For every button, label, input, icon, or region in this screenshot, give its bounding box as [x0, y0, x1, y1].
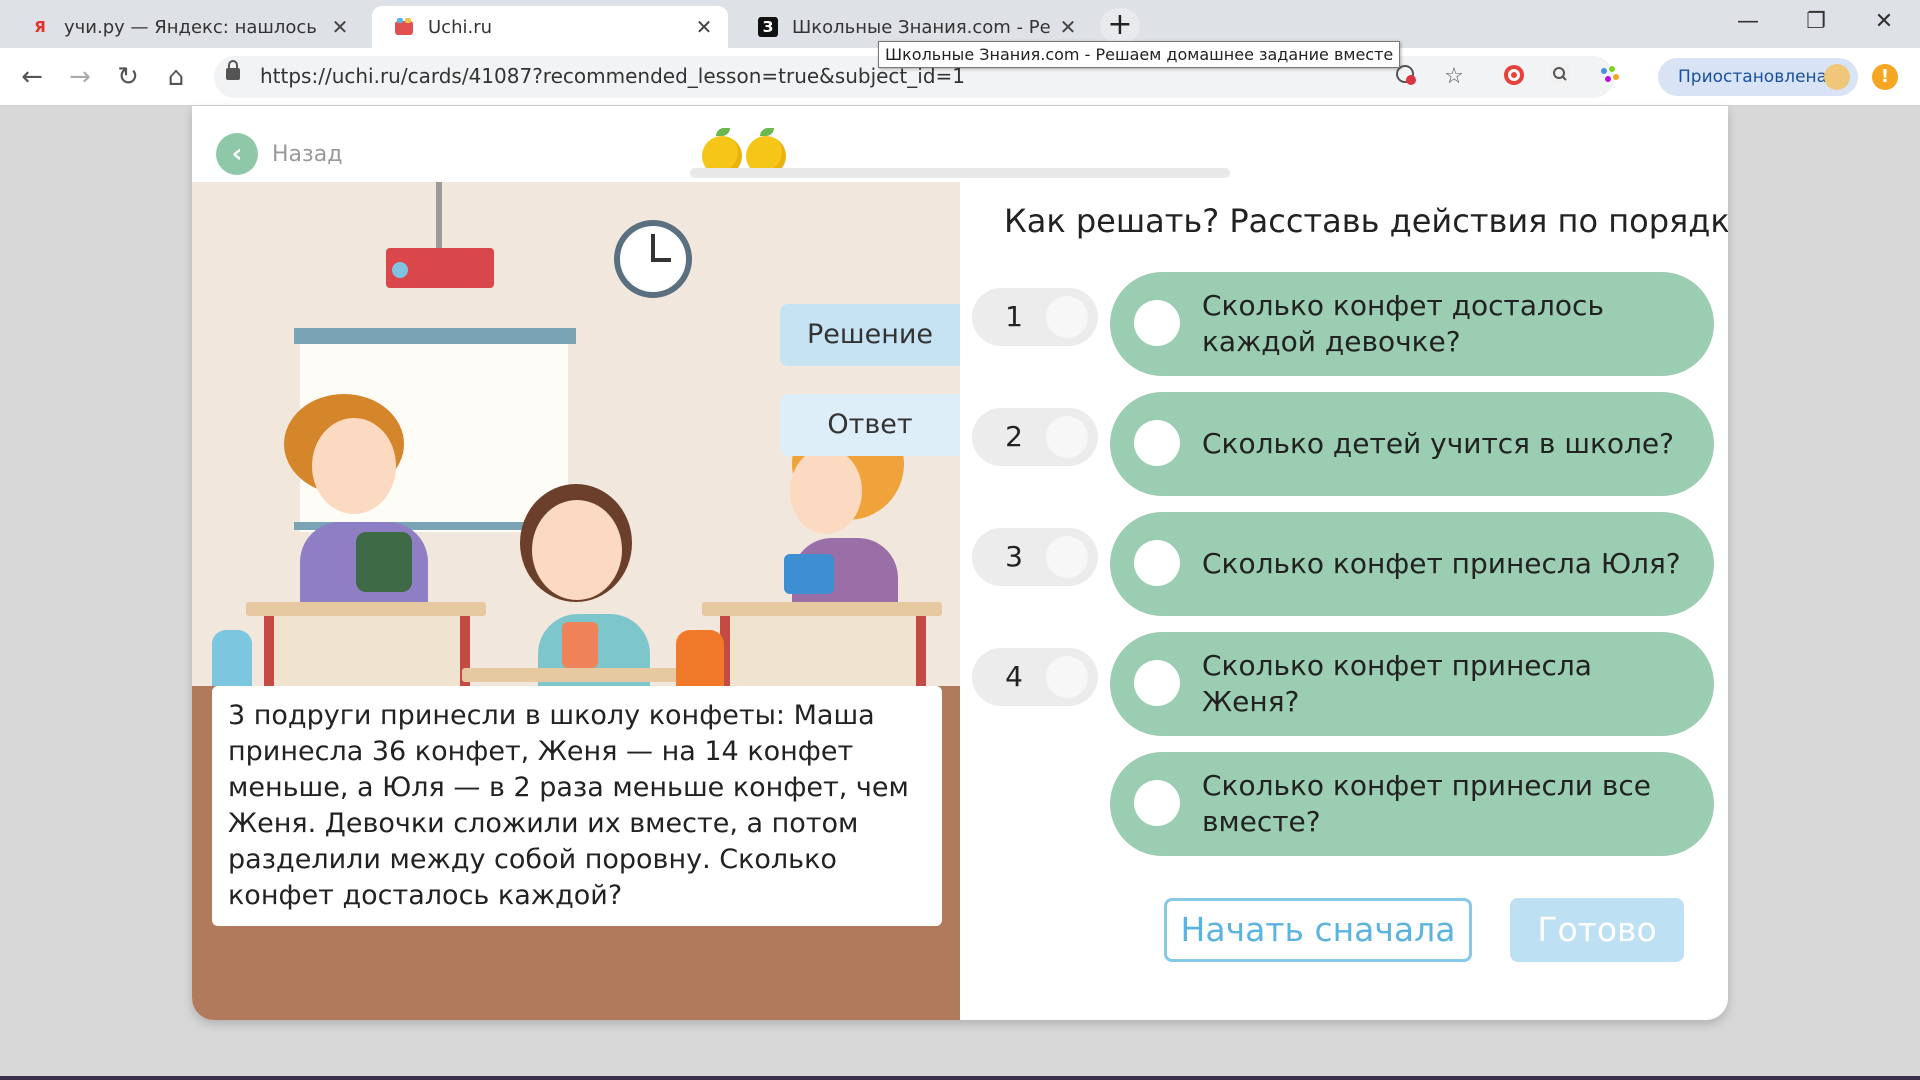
drag-handle[interactable]: [1134, 660, 1180, 706]
option-text: Сколько детей учится в школе?: [1202, 427, 1674, 460]
option-card[interactable]: Сколько конфет принесли все вместе?: [1110, 752, 1714, 856]
forward-arrow-icon[interactable]: →: [62, 60, 98, 94]
order-slot[interactable]: 1: [972, 288, 1098, 346]
progress-bar: [690, 168, 1230, 178]
option-text: Сколько конфет принесла Женя?: [1202, 649, 1592, 718]
profile-button[interactable]: Приостановлена: [1658, 58, 1858, 96]
desk-top: [246, 602, 486, 616]
close-icon[interactable]: ✕: [1058, 15, 1078, 39]
back-arrow-icon[interactable]: ←: [14, 60, 50, 94]
order-slot[interactable]: 2: [972, 408, 1098, 466]
search-extension-icon[interactable]: [1546, 63, 1574, 91]
uchi-logo-icon: [394, 17, 414, 37]
star-icon[interactable]: ☆: [1440, 63, 1468, 91]
profile-label: Приостановлена: [1678, 67, 1828, 87]
window-close-button[interactable]: ✕: [1864, 6, 1904, 38]
option-card[interactable]: Сколько конфет принесла Женя?: [1110, 632, 1714, 736]
close-icon[interactable]: ✕: [694, 15, 714, 39]
lesson-card: ‹ Назад Решение Ответ 3 подруги принесли…: [192, 106, 1728, 1020]
order-slot[interactable]: 3: [972, 528, 1098, 586]
taskbar-edge: [0, 1076, 1920, 1080]
dots-extension-icon[interactable]: [1596, 63, 1624, 91]
projector-pole: [436, 182, 442, 252]
answer-tab[interactable]: Ответ: [780, 394, 960, 456]
lock-icon[interactable]: [226, 60, 240, 80]
girl-left-face: [312, 418, 396, 514]
slot-drop-target[interactable]: [1046, 656, 1088, 698]
avatar: [1824, 64, 1850, 90]
slot-drop-target[interactable]: [1046, 536, 1088, 578]
chevron-left-icon: ‹: [216, 133, 258, 175]
tab-yandex[interactable]: Я учи.ру — Яндекс: нашлось 163 ✕: [8, 6, 364, 48]
slot-drop-target[interactable]: [1046, 416, 1088, 458]
girl-right-face: [790, 448, 862, 534]
slot-drop-target[interactable]: [1046, 296, 1088, 338]
drag-handle[interactable]: [1134, 420, 1180, 466]
drag-handle[interactable]: [1134, 540, 1180, 586]
restore-button[interactable]: ❐: [1796, 6, 1836, 38]
option-card[interactable]: Сколько детей учится в школе?: [1110, 392, 1714, 496]
back-label: Назад: [272, 141, 343, 167]
girl-middle-face: [532, 500, 622, 600]
back-button[interactable]: ‹ Назад: [216, 132, 342, 176]
slot-number: 3: [1005, 540, 1023, 573]
minimize-button[interactable]: —: [1728, 6, 1768, 38]
option-text: Сколько конфет принесли все вместе?: [1202, 769, 1651, 838]
solution-tab[interactable]: Решение: [780, 304, 960, 366]
option-text: Сколько конфет принесла Юля?: [1202, 547, 1681, 580]
problem-text: 3 подруги принесли в школу конфеты: Маша…: [212, 686, 942, 926]
whiteboard-frame: [294, 328, 576, 344]
slot-number: 1: [1005, 300, 1023, 333]
url-text[interactable]: https://uchi.ru/cards/41087?recommended_…: [260, 64, 965, 88]
candy-bag: [356, 532, 412, 592]
tab-title: Uchi.ru: [428, 16, 493, 38]
reload-icon[interactable]: ↻: [110, 60, 146, 94]
desk-front: [720, 616, 926, 696]
option-card[interactable]: Сколько конфет принесла Юля?: [1110, 512, 1714, 616]
candy-box: [784, 554, 834, 594]
option-text: Сколько конфет досталось каждой девочке?: [1202, 289, 1604, 358]
projector-lens: [392, 262, 408, 278]
option-card[interactable]: Сколько конфет досталось каждой девочке?: [1110, 272, 1714, 376]
desk-top: [462, 668, 702, 682]
desk-front: [264, 616, 470, 696]
close-icon[interactable]: ✕: [330, 15, 350, 39]
drag-handle[interactable]: [1134, 300, 1180, 346]
tab-title: учи.ру — Яндекс: нашлось 163: [64, 16, 322, 38]
desk-top: [702, 602, 942, 616]
slot-number: 4: [1005, 660, 1023, 693]
new-tab-button[interactable]: +: [1100, 8, 1140, 44]
yandex-icon: Я: [34, 18, 46, 36]
home-icon[interactable]: ⌂: [158, 60, 194, 94]
tab-uchi[interactable]: Uchi.ru ✕: [372, 6, 728, 48]
drag-handle[interactable]: [1134, 780, 1180, 826]
done-button[interactable]: Готово: [1510, 898, 1684, 962]
slot-number: 2: [1005, 420, 1023, 453]
question-title: Как решать? Расставь действия по порядку: [1004, 202, 1728, 240]
tab-tooltip: Школьные Знания.com - Решаем домашнее за…: [878, 41, 1401, 68]
target-extension-icon[interactable]: [1500, 63, 1528, 91]
clock-hand: [651, 234, 655, 260]
candy-cup: [562, 622, 598, 668]
tab-title: Школьные Знания.com - Решае: [792, 16, 1050, 38]
order-slot[interactable]: 4: [972, 648, 1098, 706]
update-badge[interactable]: !: [1872, 64, 1898, 90]
znanija-icon: З: [758, 17, 778, 37]
restart-button[interactable]: Начать сначала: [1164, 898, 1472, 962]
clock-hand: [651, 258, 671, 262]
